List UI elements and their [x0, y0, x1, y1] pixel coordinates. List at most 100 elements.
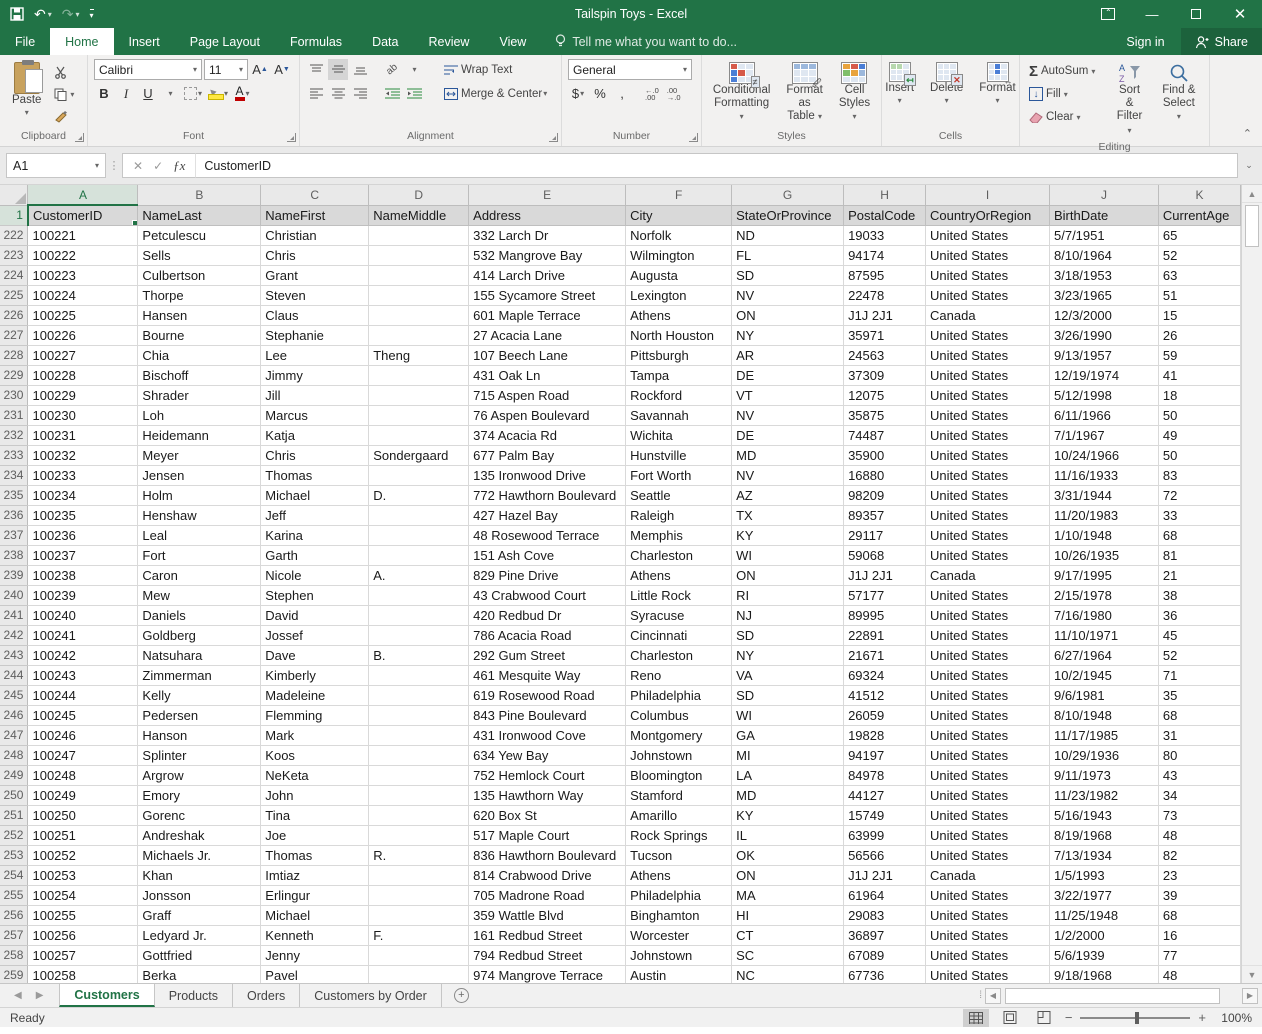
cell-G250[interactable]: MD [732, 785, 844, 805]
cell-I240[interactable]: United States [926, 585, 1050, 605]
cell-J233[interactable]: 10/24/1966 [1050, 445, 1159, 465]
cell-H226[interactable]: J1J 2J1 [844, 305, 926, 325]
cell-F253[interactable]: Tucson [626, 845, 732, 865]
cell-A244[interactable]: 100243 [28, 665, 138, 685]
cell-I227[interactable]: United States [926, 325, 1050, 345]
cell-H257[interactable]: 36897 [844, 925, 926, 945]
cell-K225[interactable]: 51 [1158, 285, 1240, 305]
cell-D251[interactable] [369, 805, 469, 825]
cell-G253[interactable]: OK [732, 845, 844, 865]
tab-view[interactable]: View [484, 28, 541, 55]
cell-J252[interactable]: 8/19/1968 [1050, 825, 1159, 845]
zoom-slider-thumb[interactable] [1135, 1012, 1139, 1024]
cell-K226[interactable]: 15 [1158, 305, 1240, 325]
cell-E257[interactable]: 161 Redbud Street [469, 925, 626, 945]
cell-H244[interactable]: 69324 [844, 665, 926, 685]
cell-K250[interactable]: 34 [1158, 785, 1240, 805]
cell-A234[interactable]: 100233 [28, 465, 138, 485]
cell-G255[interactable]: MA [732, 885, 844, 905]
cell-H235[interactable]: 98209 [844, 485, 926, 505]
cell-I253[interactable]: United States [926, 845, 1050, 865]
cell-G239[interactable]: ON [732, 565, 844, 585]
cell-B244[interactable]: Zimmerman [138, 665, 261, 685]
cell-G230[interactable]: VT [732, 385, 844, 405]
cell-G257[interactable]: CT [732, 925, 844, 945]
cell-A259[interactable]: 100258 [28, 965, 138, 983]
row-header-232[interactable]: 232 [0, 425, 28, 445]
cell-G234[interactable]: NV [732, 465, 844, 485]
cell-B227[interactable]: Bourne [138, 325, 261, 345]
cell-C229[interactable]: Jimmy [261, 365, 369, 385]
cell-H242[interactable]: 22891 [844, 625, 926, 645]
cell-B229[interactable]: Bischoff [138, 365, 261, 385]
minimize-button[interactable]: — [1130, 0, 1174, 28]
cell-C248[interactable]: Koos [261, 745, 369, 765]
tab-home[interactable]: Home [50, 28, 113, 55]
cell-I228[interactable]: United States [926, 345, 1050, 365]
borders-button[interactable]: ▾ [182, 83, 204, 104]
cell-E255[interactable]: 705 Madrone Road [469, 885, 626, 905]
cell-H256[interactable]: 29083 [844, 905, 926, 925]
row-header-224[interactable]: 224 [0, 265, 28, 285]
cell-G247[interactable]: GA [732, 725, 844, 745]
cell-C241[interactable]: David [261, 605, 369, 625]
row-header-231[interactable]: 231 [0, 405, 28, 425]
cell-C258[interactable]: Jenny [261, 945, 369, 965]
column-header-C[interactable]: C [261, 185, 369, 205]
font-size-combo[interactable]: 11▾ [204, 59, 248, 80]
cell-D255[interactable] [369, 885, 469, 905]
cell-J247[interactable]: 11/17/1985 [1050, 725, 1159, 745]
cell-C237[interactable]: Karina [261, 525, 369, 545]
cell-D244[interactable] [369, 665, 469, 685]
format-as-table-button[interactable]: 🖉 Format as Table ▾ [780, 59, 828, 127]
cell-I236[interactable]: United States [926, 505, 1050, 525]
cell-C246[interactable]: Flemming [261, 705, 369, 725]
cell-I241[interactable]: United States [926, 605, 1050, 625]
cell-B1[interactable]: NameLast [138, 205, 261, 225]
cell-E236[interactable]: 427 Hazel Bay [469, 505, 626, 525]
cell-I225[interactable]: United States [926, 285, 1050, 305]
cell-G248[interactable]: MI [732, 745, 844, 765]
row-header-254[interactable]: 254 [0, 865, 28, 885]
decrease-decimal-button[interactable]: .00→.0 [664, 85, 684, 103]
cell-I237[interactable]: United States [926, 525, 1050, 545]
cell-I235[interactable]: United States [926, 485, 1050, 505]
cell-J241[interactable]: 7/16/1980 [1050, 605, 1159, 625]
cell-E231[interactable]: 76 Aspen Boulevard [469, 405, 626, 425]
cell-C254[interactable]: Imtiaz [261, 865, 369, 885]
cell-B234[interactable]: Jensen [138, 465, 261, 485]
cell-E246[interactable]: 843 Pine Boulevard [469, 705, 626, 725]
cell-B243[interactable]: Natsuhara [138, 645, 261, 665]
cell-F254[interactable]: Athens [626, 865, 732, 885]
cell-B258[interactable]: Gottfried [138, 945, 261, 965]
cell-A252[interactable]: 100251 [28, 825, 138, 845]
cell-J254[interactable]: 1/5/1993 [1050, 865, 1159, 885]
cell-K228[interactable]: 59 [1158, 345, 1240, 365]
cell-H255[interactable]: 61964 [844, 885, 926, 905]
zoom-out-button[interactable]: − [1065, 1010, 1073, 1025]
cell-B237[interactable]: Leal [138, 525, 261, 545]
cell-B255[interactable]: Jonsson [138, 885, 261, 905]
cell-D231[interactable] [369, 405, 469, 425]
cell-F222[interactable]: Norfolk [626, 225, 732, 245]
cell-H243[interactable]: 21671 [844, 645, 926, 665]
cell-F1[interactable]: City [626, 205, 732, 225]
undo-button[interactable]: ↶▾ [34, 6, 52, 23]
clipboard-dialog-launcher[interactable] [75, 133, 84, 142]
cell-I256[interactable]: United States [926, 905, 1050, 925]
sort-filter-button[interactable]: AZ Sort & Filter ▾ [1108, 59, 1150, 140]
cell-E252[interactable]: 517 Maple Court [469, 825, 626, 845]
cell-D248[interactable] [369, 745, 469, 765]
cell-G254[interactable]: ON [732, 865, 844, 885]
cell-C249[interactable]: NeKeta [261, 765, 369, 785]
column-header-A[interactable]: A [28, 185, 138, 205]
cell-C250[interactable]: John [261, 785, 369, 805]
format-painter-button[interactable] [51, 105, 77, 127]
sign-in-button[interactable]: Sign in [1110, 28, 1180, 55]
cell-D234[interactable] [369, 465, 469, 485]
row-header-245[interactable]: 245 [0, 685, 28, 705]
cell-G235[interactable]: AZ [732, 485, 844, 505]
cell-C226[interactable]: Claus [261, 305, 369, 325]
row-header-258[interactable]: 258 [0, 945, 28, 965]
row-header-240[interactable]: 240 [0, 585, 28, 605]
